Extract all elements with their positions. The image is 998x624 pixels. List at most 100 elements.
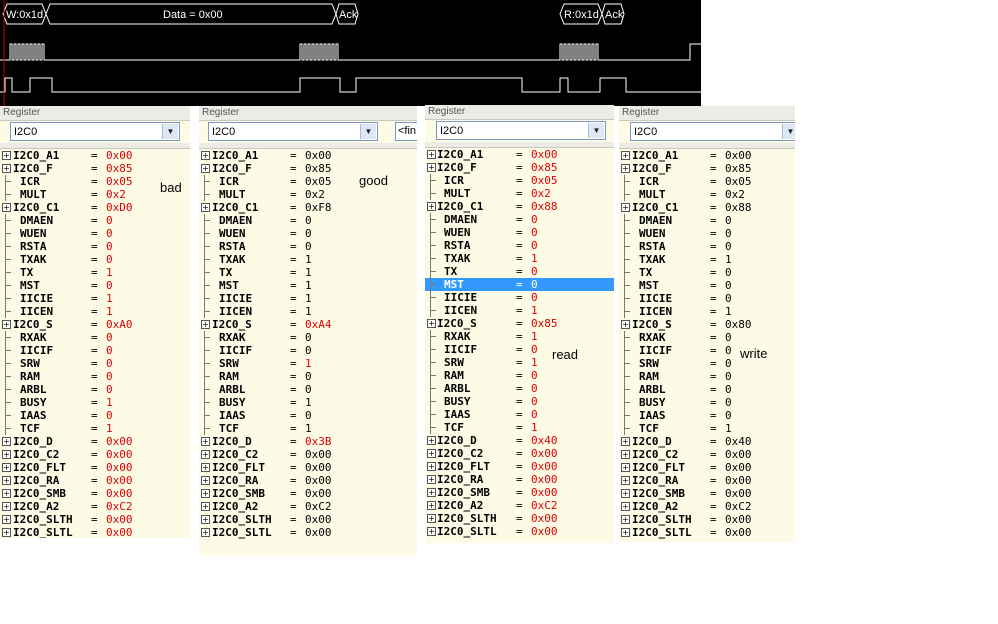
register-module-dropdown[interactable]: I2C0 ▼ [10,122,180,141]
expand-plus-icon[interactable]: + [201,164,210,173]
expand-plus-icon[interactable]: + [427,527,436,536]
register-value[interactable]: 0xA4 [305,318,332,331]
expand-plus-icon[interactable]: + [201,450,210,459]
register-value[interactable]: 1 [531,252,538,265]
register-value[interactable]: 0x00 [106,526,133,538]
register-value[interactable]: 0x00 [725,513,752,526]
register-value[interactable]: 0x00 [531,460,558,473]
register-module-dropdown[interactable]: I2C0 ▼ [630,122,795,141]
register-value[interactable]: 0 [725,214,732,227]
register-row[interactable]: + I2C0_S = 0xA4 [199,318,417,331]
expand-plus-icon[interactable]: + [2,320,11,329]
chevron-down-icon[interactable]: ▼ [360,124,376,139]
expand-plus-icon[interactable]: + [2,151,11,160]
expand-plus-icon[interactable]: + [621,502,630,511]
register-row[interactable]: + I2C0_S = 0xA0 [0,318,190,331]
register-value[interactable]: 0 [725,357,732,370]
register-value[interactable]: 0x00 [725,448,752,461]
register-value[interactable]: 0 [106,370,113,383]
bitfield-row[interactable]: WUEN = 0 [425,226,614,239]
bitfield-row[interactable]: DMAEN = 0 [199,214,417,227]
expand-plus-icon[interactable]: + [2,502,11,511]
register-value[interactable]: 0x00 [531,512,558,525]
register-row[interactable]: + I2C0_SMB = 0x00 [619,487,795,500]
register-value[interactable]: 1 [305,292,312,305]
register-value[interactable]: 0 [305,331,312,344]
bitfield-row[interactable]: SRW = 0 [0,357,190,370]
expand-plus-icon[interactable]: + [427,163,436,172]
bitfield-row[interactable]: IAAS = 0 [619,409,795,422]
bitfield-row[interactable]: ICR = 0x05 [425,174,614,187]
register-value[interactable]: 0x00 [106,149,133,162]
register-value[interactable]: 0x00 [305,513,332,526]
bitfield-row[interactable]: ARBL = 0 [199,383,417,396]
bitfield-row[interactable]: IICIE = 1 [0,292,190,305]
register-value[interactable]: 0x00 [305,149,332,162]
register-row[interactable]: + I2C0_C2 = 0x00 [0,448,190,461]
register-value[interactable]: 0 [106,331,113,344]
expand-plus-icon[interactable]: + [201,528,210,537]
bitfield-row[interactable]: TCF = 1 [199,422,417,435]
expand-plus-icon[interactable]: + [201,463,210,472]
register-value[interactable]: 0x00 [725,474,752,487]
expand-plus-icon[interactable]: + [2,164,11,173]
register-value[interactable]: 0 [305,227,312,240]
register-row[interactable]: + I2C0_SLTL = 0x00 [199,526,417,539]
register-row[interactable]: + I2C0_A1 = 0x00 [199,149,417,162]
expand-plus-icon[interactable]: + [427,488,436,497]
register-row[interactable]: + I2C0_D = 0x3B [199,435,417,448]
expand-plus-icon[interactable]: + [427,436,436,445]
bitfield-row[interactable]: IICIE = 1 [199,292,417,305]
bitfield-row[interactable]: ARBL = 0 [0,383,190,396]
bitfield-row[interactable]: SRW = 0 [619,357,795,370]
register-value[interactable]: 0xC2 [106,500,133,513]
register-row[interactable]: + I2C0_FLT = 0x00 [0,461,190,474]
chevron-down-icon[interactable]: ▼ [162,124,178,139]
register-value[interactable]: 0 [106,409,113,422]
register-value[interactable]: 0x2 [106,188,126,201]
expand-plus-icon[interactable]: + [2,489,11,498]
register-row[interactable]: + I2C0_SMB = 0x00 [199,487,417,500]
expand-plus-icon[interactable]: + [201,502,210,511]
bitfield-row[interactable]: MULT = 0x2 [199,188,417,201]
bitfield-row[interactable]: RSTA = 0 [199,240,417,253]
expand-plus-icon[interactable]: + [621,320,630,329]
bitfield-row[interactable]: DMAEN = 0 [425,213,614,226]
bitfield-row[interactable]: DMAEN = 0 [0,214,190,227]
bitfield-row[interactable]: MST = 0 [0,279,190,292]
expand-plus-icon[interactable]: + [2,528,11,537]
bitfield-row[interactable]: MULT = 0x2 [425,187,614,200]
bitfield-row[interactable]: IICIF = 0 [199,344,417,357]
register-value[interactable]: 0 [725,331,732,344]
bitfield-row[interactable]: TXAK = 0 [0,253,190,266]
register-row[interactable]: + I2C0_A2 = 0xC2 [0,500,190,513]
expand-plus-icon[interactable]: + [427,150,436,159]
register-value[interactable]: 1 [106,292,113,305]
register-value[interactable]: 0 [725,396,732,409]
expand-plus-icon[interactable]: + [201,437,210,446]
expand-plus-icon[interactable]: + [201,476,210,485]
register-value[interactable]: 0x00 [305,526,332,539]
register-row[interactable]: + I2C0_D = 0x40 [619,435,795,448]
register-row[interactable]: + I2C0_SLTH = 0x00 [425,512,614,525]
register-module-dropdown[interactable]: I2C0 ▼ [436,121,606,140]
register-row[interactable]: + I2C0_C1 = 0xD0 [0,201,190,214]
bitfield-row[interactable]: BUSY = 0 [425,395,614,408]
register-value[interactable]: 0x85 [531,161,558,174]
bitfield-row[interactable]: TX = 1 [199,266,417,279]
register-value[interactable]: 0 [106,253,113,266]
register-value[interactable]: 1 [106,266,113,279]
expand-plus-icon[interactable]: + [201,203,210,212]
bitfield-row[interactable]: DMAEN = 0 [619,214,795,227]
bitfield-row[interactable]: TX = 0 [425,265,614,278]
find-input[interactable]: <fin [395,122,417,141]
expand-plus-icon[interactable]: + [2,203,11,212]
bitfield-row[interactable]: IICEN = 1 [199,305,417,318]
register-row[interactable]: + I2C0_RA = 0x00 [619,474,795,487]
register-value[interactable]: 0 [725,266,732,279]
register-value[interactable]: 0x00 [725,461,752,474]
register-value[interactable]: 0 [725,383,732,396]
register-value[interactable]: 0 [531,408,538,421]
register-value[interactable]: 0x88 [531,200,558,213]
register-value[interactable]: 0x00 [305,474,332,487]
